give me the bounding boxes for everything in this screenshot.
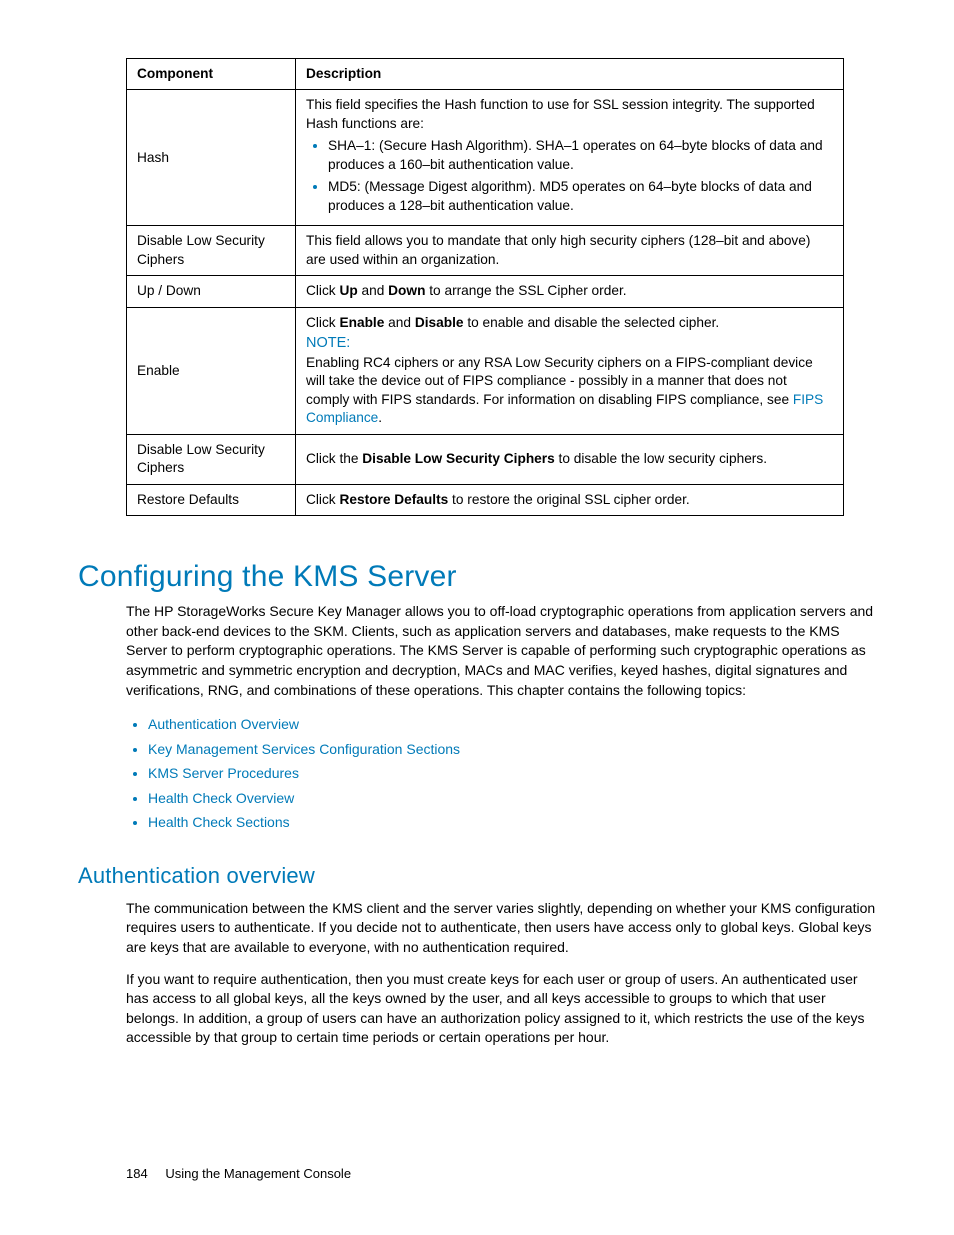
note-label: NOTE: [306,334,833,354]
cell-component: Hash [127,90,296,226]
topic-list: Authentication Overview Key Management S… [126,712,882,835]
cell-component: Disable Low Security Ciphers [127,226,296,276]
cell-component: Restore Defaults [127,484,296,515]
table-row: Up / Down Click Up and Down to arrange t… [127,276,844,307]
bold-restore: Restore Defaults [339,492,448,507]
cell-component: Disable Low Security Ciphers [127,434,296,484]
text: and [358,283,388,298]
hash-bullets: SHA–1: (Secure Hash Algorithm). SHA–1 op… [306,137,833,215]
table-header-description: Description [296,59,844,90]
component-table: Component Description Hash This field sp… [126,58,844,516]
table-row: Hash This field specifies the Hash funct… [127,90,844,226]
page-number: 184 [126,1166,148,1181]
auth-paragraph-1: The communication between the KMS client… [126,899,882,958]
text: to enable and disable the selected ciphe… [464,315,720,330]
text: and [384,315,414,330]
cell-description: This field specifies the Hash function t… [296,90,844,226]
hash-intro: This field specifies the Hash function t… [306,97,815,130]
table-row: Disable Low Security Ciphers This field … [127,226,844,276]
cell-description: Click Restore Defaults to restore the or… [296,484,844,515]
text: to arrange the SSL Cipher order. [425,283,626,298]
auth-paragraph-2: If you want to require authentication, t… [126,970,882,1048]
bold-disable: Disable [415,315,464,330]
cell-description: Click the Disable Low Security Ciphers t… [296,434,844,484]
text: to restore the original SSL cipher order… [448,492,689,507]
text: . [378,410,382,425]
cell-description: This field allows you to mandate that on… [296,226,844,276]
page-footer: 184 Using the Management Console [126,1166,351,1181]
topic-health-overview[interactable]: Health Check Overview [148,786,882,811]
topic-health-sections[interactable]: Health Check Sections [148,810,882,835]
cell-component: Up / Down [127,276,296,307]
cell-component: Enable [127,307,296,434]
bold-down: Down [388,283,425,298]
bold-up: Up [339,283,357,298]
cell-description: Click Up and Down to arrange the SSL Cip… [296,276,844,307]
hash-bullet-sha1: SHA–1: (Secure Hash Algorithm). SHA–1 op… [328,137,833,174]
topic-kms-config-sections[interactable]: Key Management Services Configuration Se… [148,737,882,762]
text: Click [306,283,339,298]
topic-kms-procedures[interactable]: KMS Server Procedures [148,761,882,786]
subsection-title-auth: Authentication overview [78,863,882,889]
table-header-component: Component [127,59,296,90]
section-intro: The HP StorageWorks Secure Key Manager a… [126,602,882,700]
section-title-kms: Configuring the KMS Server [78,560,882,594]
table-row: Disable Low Security Ciphers Click the D… [127,434,844,484]
bold-disable-ciphers: Disable Low Security Ciphers [362,451,554,466]
cell-description: Click Enable and Disable to enable and d… [296,307,844,434]
text: Click [306,315,339,330]
text: to disable the low security ciphers. [555,451,767,466]
hash-bullet-md5: MD5: (Message Digest algorithm). MD5 ope… [328,178,833,215]
table-row: Enable Click Enable and Disable to enabl… [127,307,844,434]
note-body: Enabling RC4 ciphers or any RSA Low Secu… [306,355,813,407]
text: Click the [306,451,362,466]
table-row: Restore Defaults Click Restore Defaults … [127,484,844,515]
topic-auth-overview[interactable]: Authentication Overview [148,712,882,737]
bold-enable: Enable [339,315,384,330]
footer-section: Using the Management Console [165,1166,351,1181]
text: Click [306,492,339,507]
